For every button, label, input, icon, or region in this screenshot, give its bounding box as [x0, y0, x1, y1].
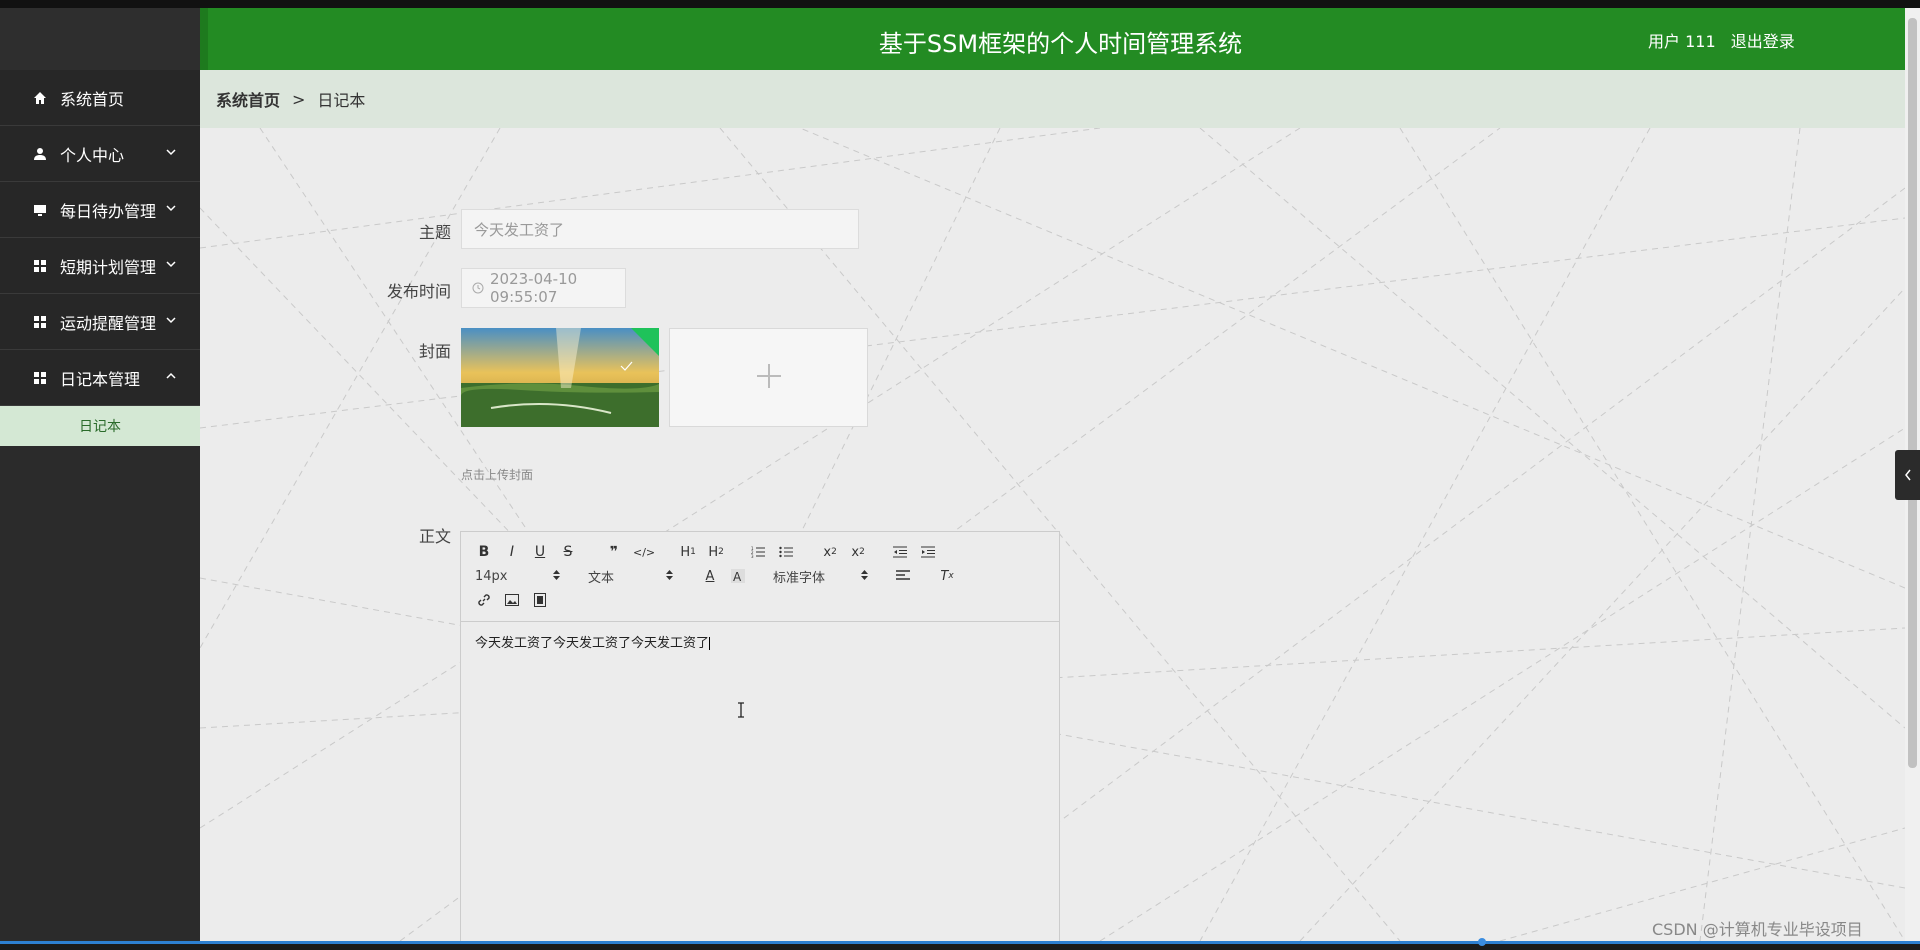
- font-family-select[interactable]: 标准字体: [773, 567, 868, 586]
- italic-button[interactable]: I: [503, 542, 521, 562]
- sidebar-item-short-plan[interactable]: 短期计划管理: [0, 238, 200, 294]
- link-icon[interactable]: [475, 590, 493, 610]
- sidebar-item-label: 个人中心: [60, 145, 125, 165]
- cover-label: 封面: [418, 342, 451, 361]
- background-color-icon[interactable]: A: [729, 566, 747, 586]
- home-icon: [32, 90, 48, 106]
- subject-label: 主题: [418, 223, 451, 242]
- select-arrows-icon: [861, 569, 868, 584]
- editor-text: 今天发工资了今天发工资了今天发工资了: [475, 636, 710, 651]
- h2-button[interactable]: H2: [707, 542, 725, 562]
- header-bar: 基于SSM框架的个人时间管理系统 用户 111 退出登录: [200, 8, 1905, 70]
- sidebar-item-label: 每日待办管理: [60, 201, 157, 221]
- editor-content[interactable]: 今天发工资了今天发工资了今天发工资了: [461, 622, 1059, 661]
- chevron-down-icon: [164, 256, 178, 270]
- collapse-panel-button[interactable]: [1895, 450, 1920, 500]
- svg-text:A: A: [733, 570, 742, 583]
- grid-icon: [32, 314, 48, 330]
- select-arrows-icon: [553, 569, 560, 584]
- grid-icon: [32, 258, 48, 274]
- chevron-down-icon: [164, 200, 178, 214]
- user-area: 用户 111 退出登录: [1648, 28, 1795, 52]
- ordered-list-icon[interactable]: 123: [749, 542, 767, 562]
- upload-cover-button[interactable]: [669, 328, 868, 427]
- code-icon[interactable]: </>: [633, 542, 655, 562]
- sidebar-item-diary[interactable]: 日记本管理: [0, 350, 200, 406]
- select-arrows-icon: [666, 569, 673, 584]
- underline-button[interactable]: U: [531, 542, 549, 562]
- scroll-thumb[interactable]: [1908, 18, 1917, 768]
- font-size-value: 14px: [475, 568, 508, 584]
- video-icon[interactable]: [531, 590, 549, 610]
- image-icon[interactable]: [503, 590, 521, 610]
- clock-icon: [472, 282, 484, 294]
- sidebar-item-label: 运动提醒管理: [60, 313, 157, 333]
- text-cursor: [709, 637, 711, 650]
- font-family-value: 标准字体: [773, 570, 826, 586]
- plus-icon: [755, 362, 783, 394]
- svg-text:3: 3: [751, 554, 754, 558]
- h1-button[interactable]: H1: [679, 542, 697, 562]
- logout-link[interactable]: 退出登录: [1731, 32, 1795, 51]
- outdent-icon[interactable]: [891, 542, 909, 562]
- bold-button[interactable]: B: [475, 542, 493, 562]
- block-type-value: 文本: [588, 570, 615, 586]
- window-bottom-bar: [0, 938, 1920, 950]
- submenu-item-diary[interactable]: 日记本: [0, 406, 200, 446]
- breadcrumb-separator: >: [292, 89, 306, 109]
- sidebar-item-exercise-reminder[interactable]: 运动提醒管理: [0, 294, 200, 350]
- font-size-select[interactable]: 14px: [475, 569, 560, 584]
- block-type-select[interactable]: 文本: [588, 567, 673, 586]
- sidebar-item-label: 系统首页: [60, 89, 125, 109]
- submenu-label: 日记本: [79, 419, 121, 435]
- chevron-left-icon: [1904, 466, 1912, 485]
- strikethrough-button[interactable]: S: [559, 542, 577, 562]
- sidebar-item-personal-center[interactable]: 个人中心: [0, 126, 200, 182]
- subject-input[interactable]: 今天发工资了: [461, 209, 859, 249]
- cover-hint: 点击上传封面: [461, 468, 534, 482]
- sidebar: 系统首页 个人中心 每日待办管理 短期计划管理 运动提醒管理 日记本管理 日记本: [0, 8, 200, 941]
- superscript-button[interactable]: x2: [849, 542, 867, 562]
- sidebar-item-label: 日记本管理: [60, 369, 141, 389]
- chevron-down-icon: [164, 312, 178, 326]
- sidebar-item-label: 短期计划管理: [60, 257, 157, 277]
- bullet-list-icon[interactable]: [777, 542, 795, 562]
- progress-dot: [1478, 938, 1486, 946]
- user-icon: [32, 146, 48, 162]
- monitor-icon: [32, 202, 48, 218]
- breadcrumb-home[interactable]: 系统首页: [216, 87, 280, 111]
- user-name: 用户 111: [1648, 32, 1716, 51]
- publish-time-label: 发布时间: [386, 282, 451, 301]
- editor-toolbar: B I U S ❞ </> H1 H2 123 x2 x2 14px 文本 A …: [461, 532, 1059, 622]
- clear-format-icon[interactable]: Tx: [938, 566, 956, 586]
- subscript-button[interactable]: x2: [821, 542, 839, 562]
- rich-text-editor: B I U S ❞ </> H1 H2 123 x2 x2 14px 文本 A …: [460, 531, 1060, 941]
- breadcrumb-current: 日记本: [317, 91, 366, 110]
- progress-bar: [0, 941, 1920, 944]
- align-left-icon[interactable]: [894, 566, 912, 586]
- chevron-up-icon: [164, 368, 178, 382]
- body-label: 正文: [418, 527, 451, 546]
- quote-icon[interactable]: ❞: [605, 542, 623, 562]
- publish-time-input[interactable]: 2023-04-10 09:55:07: [461, 268, 626, 308]
- window-top-bar: [0, 0, 1920, 8]
- grid-icon: [32, 370, 48, 386]
- chevron-down-icon: [164, 144, 178, 158]
- indent-icon[interactable]: [919, 542, 937, 562]
- sidebar-brand: [0, 8, 200, 70]
- sidebar-item-daily-todo[interactable]: 每日待办管理: [0, 182, 200, 238]
- breadcrumb: 系统首页 > 日记本: [200, 70, 1905, 128]
- ibeam-cursor-icon: [736, 702, 746, 722]
- font-color-icon[interactable]: A: [701, 566, 719, 586]
- sidebar-item-home[interactable]: 系统首页: [0, 70, 200, 126]
- watermark: CSDN @计算机专业毕设项目: [1652, 920, 1863, 939]
- cover-photo: [461, 328, 659, 427]
- cover-image[interactable]: [461, 328, 659, 427]
- publish-time-value: 2023-04-10 09:55:07: [490, 270, 578, 306]
- main-content: 主题 今天发工资了 发布时间 2023-04-10 09:55:07 封面 点击…: [200, 128, 1905, 941]
